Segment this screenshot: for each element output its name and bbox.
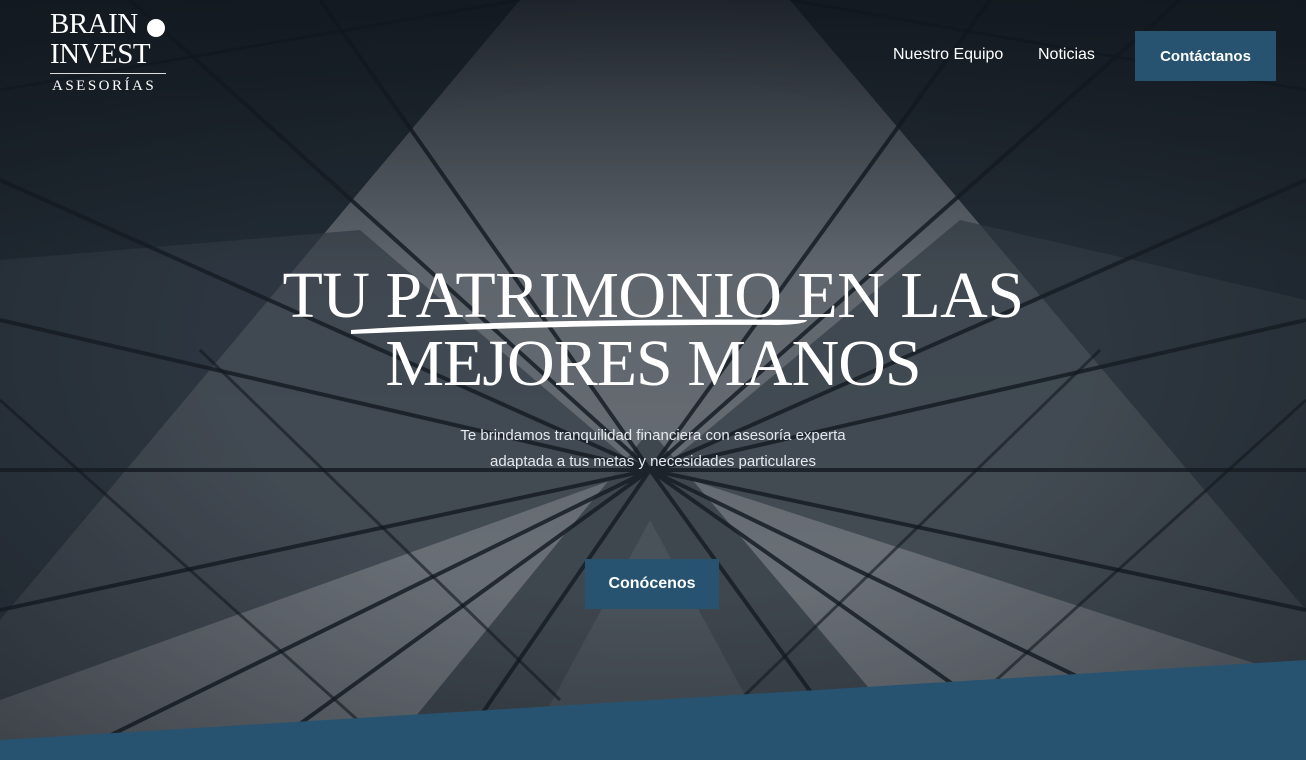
logo-text-asesorias: ASESORÍAS bbox=[52, 78, 157, 94]
contact-button[interactable]: Contáctanos bbox=[1135, 31, 1276, 81]
hero-headline-line2: MEJORES MANOS bbox=[385, 327, 921, 400]
logo-dot-icon bbox=[147, 19, 165, 37]
logo-text-brain: BRAIN bbox=[50, 8, 138, 40]
hero-section: BRAIN INVEST ASESORÍAS Nuestro Equipo No… bbox=[0, 0, 1306, 760]
conocenos-button[interactable]: Conócenos bbox=[585, 559, 719, 609]
nav-link-noticias[interactable]: Noticias bbox=[1038, 43, 1095, 67]
logo-divider bbox=[50, 73, 166, 74]
brain-invest-logo[interactable]: BRAIN INVEST ASESORÍAS bbox=[50, 10, 170, 98]
nav-link-nuestro-equipo[interactable]: Nuestro Equipo bbox=[893, 43, 1003, 67]
hero-subtitle-line1: Te brindamos tranquilidad financiera con… bbox=[460, 427, 846, 444]
logo-text-invest: INVEST bbox=[50, 38, 151, 70]
hero-subtitle-line2: adaptada a tus metas y necesidades parti… bbox=[489, 453, 817, 470]
